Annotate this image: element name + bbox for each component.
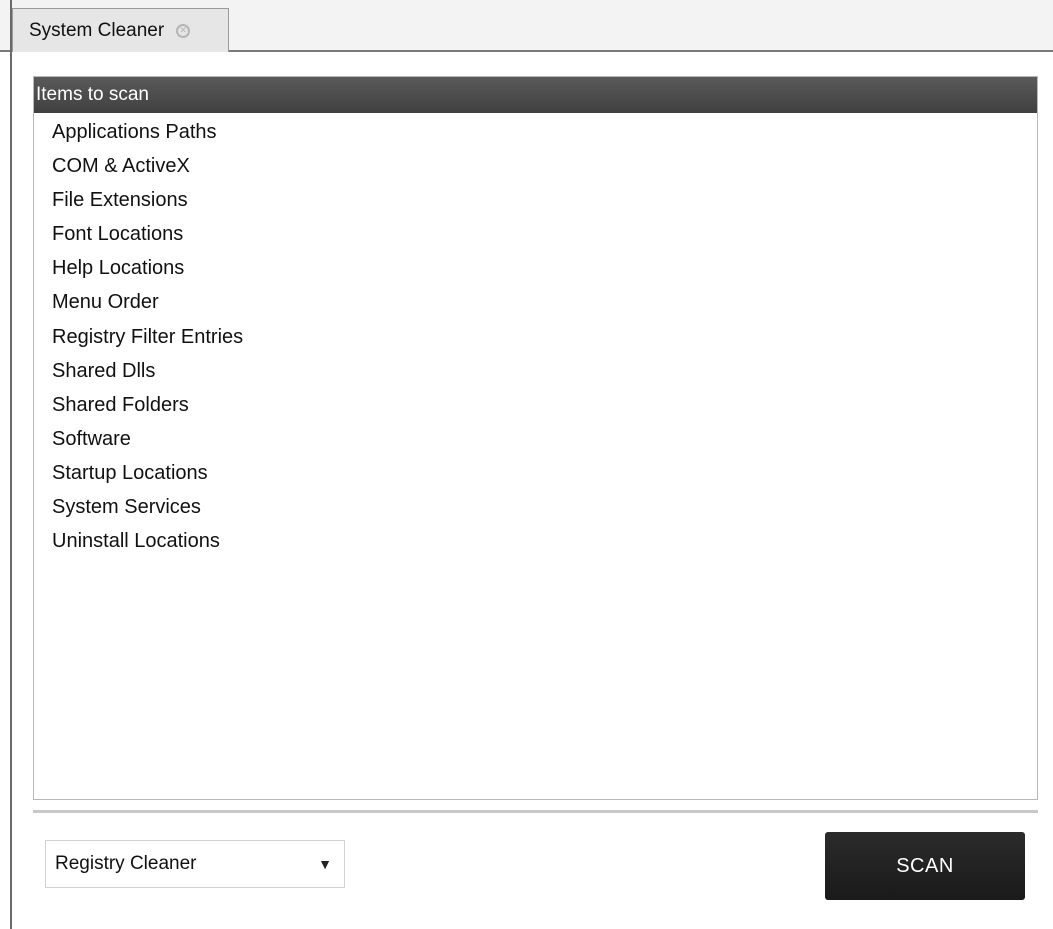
- tab-strip: System Cleaner ✕: [0, 0, 1053, 52]
- app-window: System Cleaner ✕ Items to scan Applicati…: [0, 0, 1053, 929]
- scan-button[interactable]: SCAN: [825, 832, 1025, 900]
- chevron-down-icon: ▼: [318, 856, 332, 872]
- items-to-scan-list[interactable]: Items to scan Applications Paths COM & A…: [33, 76, 1038, 800]
- list-item[interactable]: Menu Order: [34, 285, 1037, 319]
- list-item[interactable]: Shared Folders: [34, 388, 1037, 422]
- list-item[interactable]: Font Locations: [34, 217, 1037, 251]
- list-item[interactable]: Registry Filter Entries: [34, 320, 1037, 354]
- list-item[interactable]: Software: [34, 422, 1037, 456]
- list-header: Items to scan: [34, 77, 1037, 113]
- close-icon[interactable]: ✕: [176, 23, 191, 38]
- list-item[interactable]: System Services: [34, 490, 1037, 524]
- list-item[interactable]: Shared Dlls: [34, 354, 1037, 388]
- list-item[interactable]: File Extensions: [34, 183, 1037, 217]
- tab-system-cleaner[interactable]: System Cleaner ✕: [12, 8, 229, 52]
- tab-label: System Cleaner: [29, 19, 165, 41]
- list-item[interactable]: COM & ActiveX: [34, 149, 1037, 183]
- list-item[interactable]: Applications Paths: [34, 115, 1037, 149]
- cleaner-select-value: Registry Cleaner: [55, 853, 197, 874]
- cleaner-type-select[interactable]: Registry Cleaner ▼: [45, 840, 345, 888]
- scan-items: Applications Paths COM & ActiveX File Ex…: [34, 113, 1037, 558]
- list-item[interactable]: Help Locations: [34, 251, 1037, 285]
- list-item[interactable]: Startup Locations: [34, 456, 1037, 490]
- list-item[interactable]: Uninstall Locations: [34, 524, 1037, 558]
- divider: [33, 810, 1038, 813]
- window-left-border: [10, 0, 12, 929]
